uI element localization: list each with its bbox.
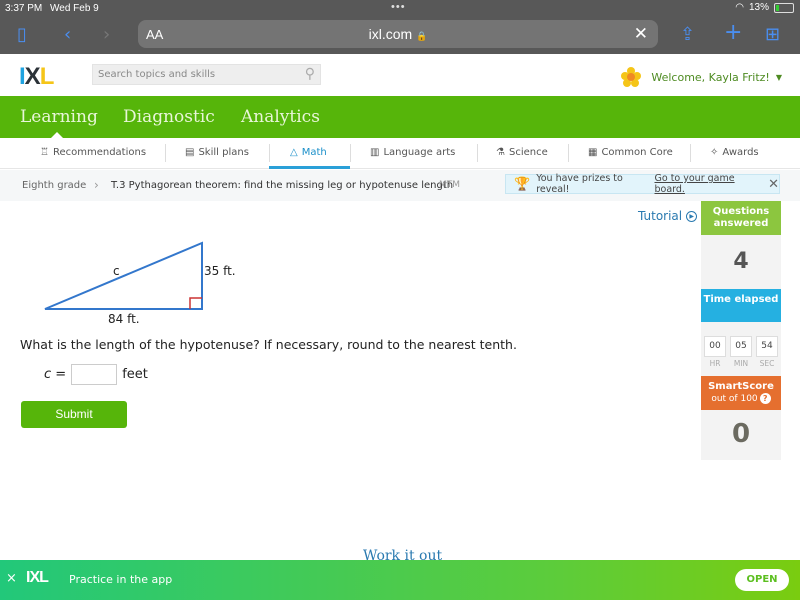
- close-icon[interactable]: ✕: [768, 177, 779, 192]
- answer-row: c = feet: [44, 364, 148, 385]
- sidebar-icon[interactable]: ▯: [17, 24, 27, 45]
- clear-url-icon[interactable]: ✕: [634, 24, 648, 44]
- forward-icon[interactable]: ›: [103, 24, 110, 45]
- clipboard-icon: ▦: [588, 147, 598, 158]
- subnav-language-arts[interactable]: ▥ Language arts: [370, 147, 455, 158]
- subject-nav: ♖ Recommendations ▤ Skill plans △ Math ▥ Lan…: [0, 138, 800, 169]
- subnav-skill-plans[interactable]: ▤ Skill plans: [185, 147, 249, 158]
- right-angle-marker: [189, 297, 202, 309]
- close-banner-icon[interactable]: ×: [6, 571, 17, 586]
- awards-icon: ✧: [710, 147, 719, 158]
- triangle: [44, 241, 203, 310]
- hypotenuse-label: c: [113, 264, 120, 278]
- answer-input[interactable]: [71, 364, 118, 385]
- ixl-logo[interactable]: IXL: [19, 63, 54, 91]
- base-leg-label: 84 ft.: [108, 312, 140, 326]
- subnav-math[interactable]: △ Math: [290, 147, 327, 158]
- search-icon[interactable]: ⚲: [305, 66, 315, 82]
- subnav-awards[interactable]: ✧ Awards: [710, 147, 759, 158]
- recommendations-icon: ♖: [40, 147, 49, 158]
- status-bar: 3:37 PM Wed Feb 9 ••• ◠ 13%: [0, 0, 800, 18]
- back-icon[interactable]: ‹: [64, 24, 71, 45]
- tabs-overview-icon[interactable]: ⊞: [765, 24, 780, 45]
- seconds-value: 54: [756, 336, 778, 357]
- tutorial-link[interactable]: Tutorial ▶: [638, 209, 698, 223]
- prize-banner: 🏆 You have prizes to reveal! Go to your …: [505, 173, 780, 195]
- variable-label: c =: [44, 367, 67, 382]
- time-elapsed-panel: 00 05 54 HR MIN SEC: [701, 322, 781, 376]
- address-bar[interactable]: AA ixl.com 🔒 ✕: [138, 20, 658, 48]
- breadcrumb-grade[interactable]: Eighth grade: [22, 180, 86, 191]
- date: Wed Feb 9: [50, 3, 99, 14]
- new-tab-icon[interactable]: +: [724, 20, 742, 45]
- url-text: ixl.com 🔒: [368, 26, 428, 42]
- chevron-right-icon: ›: [94, 178, 99, 192]
- subnav-science[interactable]: ⚗ Science: [496, 147, 548, 158]
- questions-answered-value: 4: [701, 235, 781, 289]
- hours-value: 00: [704, 336, 726, 357]
- question-text: What is the length of the hypotenuse? If…: [20, 337, 517, 352]
- minutes-value: 05: [730, 336, 752, 357]
- book-icon: ▥: [370, 147, 380, 158]
- multitask-dots-icon[interactable]: •••: [391, 1, 406, 13]
- main-nav: Learning Diagnostic Analytics: [0, 96, 800, 139]
- flower-avatar-icon: [621, 67, 642, 87]
- browser-toolbar: ▯ ‹ › AA ixl.com 🔒 ✕ ⇪ + ⊞: [0, 18, 800, 54]
- smartscore-label: SmartScore out of 100?: [701, 376, 781, 410]
- trophy-icon: 🏆: [514, 176, 531, 192]
- vertical-leg-label: 35 ft.: [204, 264, 236, 278]
- breadcrumb-skill: T.3 Pythagorean theorem: find the missin…: [111, 180, 454, 191]
- wifi-icon: ◠: [735, 2, 744, 13]
- app-banner: × IXL Practice in the app OPEN: [0, 560, 800, 600]
- user-menu[interactable]: Welcome, Kayla Fritz! ▼: [621, 67, 782, 87]
- site-header: IXL Search topics and skills ⚲ Welcome, …: [0, 54, 800, 96]
- search-input[interactable]: Search topics and skills ⚲: [92, 64, 321, 85]
- ixl-app-logo: IXL: [26, 569, 49, 586]
- app-banner-text: Practice in the app: [69, 573, 173, 586]
- tab-learning[interactable]: Learning: [20, 107, 98, 127]
- battery-percent: 13%: [748, 2, 769, 13]
- battery-icon: [774, 2, 794, 13]
- smartscore-value: 0: [701, 410, 781, 460]
- game-board-link[interactable]: Go to your game board.: [655, 173, 761, 195]
- skill-code: MTM: [439, 180, 461, 190]
- play-icon: ▶: [686, 210, 698, 222]
- clock: 3:37 PM: [5, 3, 43, 14]
- questions-answered-label: Questions answered: [701, 201, 781, 235]
- triangle-figure: c 35 ft. 84 ft.: [44, 241, 236, 326]
- unit-label: feet: [122, 367, 148, 382]
- chevron-down-icon: ▼: [775, 72, 782, 82]
- tab-diagnostic[interactable]: Diagnostic: [123, 107, 215, 127]
- subnav-common-core[interactable]: ▦ Common Core: [588, 147, 673, 158]
- help-icon[interactable]: ?: [759, 393, 771, 404]
- flask-icon: ⚗: [496, 147, 505, 158]
- skill-plans-icon: ▤: [185, 147, 195, 158]
- tab-analytics[interactable]: Analytics: [241, 107, 320, 127]
- active-subnav-indicator: [269, 166, 350, 169]
- lock-icon: 🔒: [416, 31, 428, 41]
- submit-button[interactable]: Submit: [21, 401, 127, 428]
- open-app-button[interactable]: OPEN: [735, 569, 789, 591]
- subnav-recommendations[interactable]: ♖ Recommendations: [40, 147, 146, 158]
- time-elapsed-label: Time elapsed: [701, 289, 781, 322]
- math-pyramid-icon: △: [290, 147, 298, 158]
- share-icon[interactable]: ⇪: [680, 24, 695, 45]
